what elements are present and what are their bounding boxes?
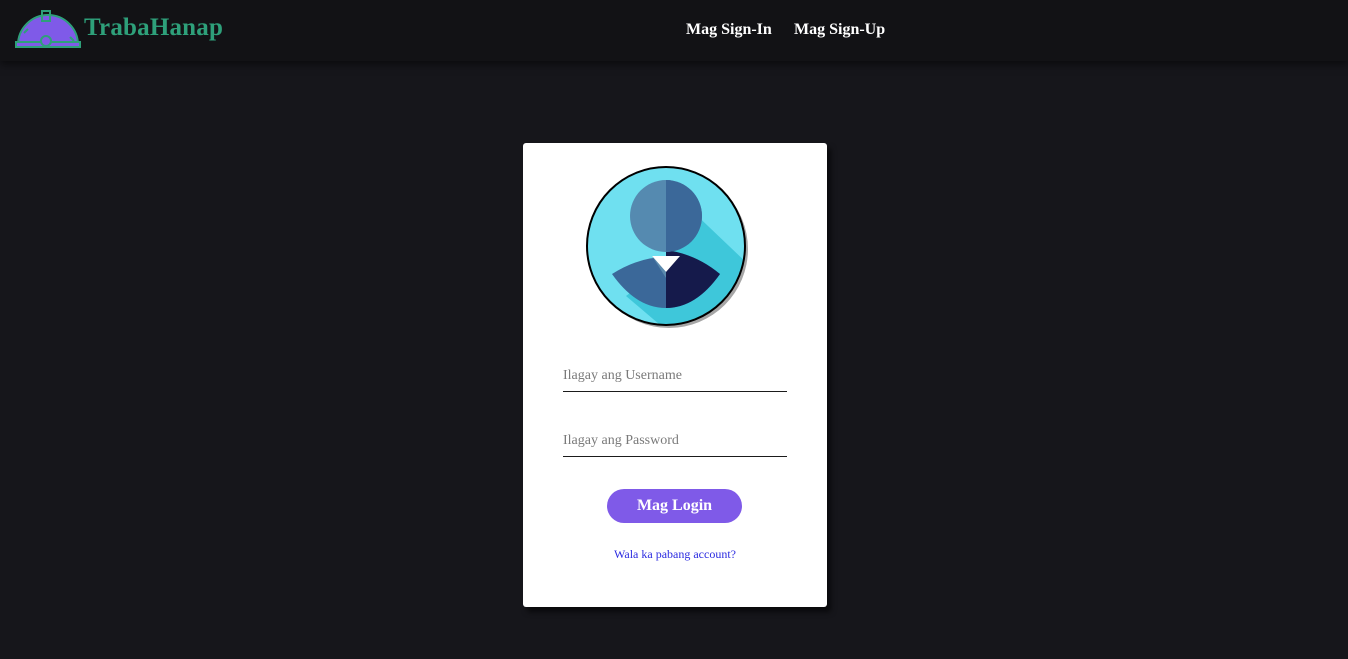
signup-prompt-link[interactable]: Wala ka pabang account?: [523, 547, 827, 562]
hardhat-logo-icon[interactable]: [14, 9, 82, 51]
username-input[interactable]: [563, 361, 787, 392]
login-card: Mag Login Wala ka pabang account?: [523, 143, 827, 607]
password-input[interactable]: [563, 426, 787, 457]
nav-sign-in-link[interactable]: Mag Sign-In: [686, 21, 772, 39]
user-avatar-icon: [586, 166, 748, 328]
brand-name[interactable]: TrabaHanap: [84, 14, 223, 42]
nav-sign-up-link[interactable]: Mag Sign-Up: [794, 21, 885, 39]
top-navbar: TrabaHanap Mag Sign-In Mag Sign-Up: [0, 0, 1348, 61]
login-button[interactable]: Mag Login: [607, 489, 742, 523]
